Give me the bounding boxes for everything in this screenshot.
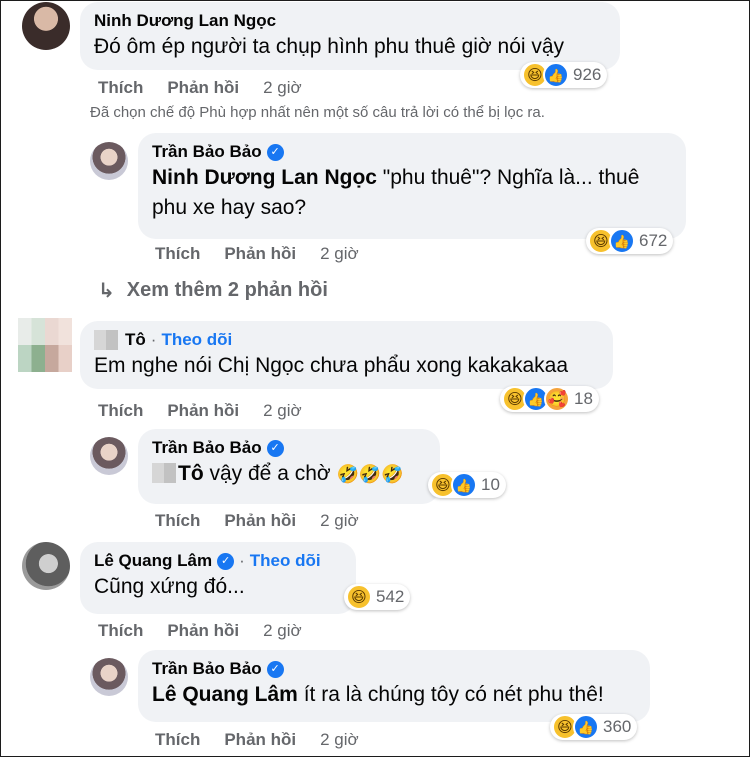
reply-arrow-icon: ↳ xyxy=(98,280,115,302)
reply-button[interactable]: Phản hồi xyxy=(167,78,239,98)
comment-text: Đó ôm ép người ta chụp hình phu thuê giờ… xyxy=(94,35,565,58)
comment-actions: Thích Phản hồi 2 giờ xyxy=(155,730,359,750)
view-more-replies-label: Xem thêm 2 phản hồi xyxy=(126,279,328,301)
like-button[interactable]: Thích xyxy=(98,621,143,641)
reaction-summary[interactable]: 😆 👍 360 xyxy=(550,714,638,740)
comment-body: vậy để a chờ xyxy=(203,462,331,485)
comment-bubble: Lê Quang Lâm ✓ · Theo dõi Cũng xứng đó..… xyxy=(80,542,356,614)
avatar[interactable] xyxy=(90,437,128,475)
timestamp[interactable]: 2 giờ xyxy=(263,621,302,641)
comment-bubble: Trần Bảo Bảo ✓ Tô vậy để a chờ 🤣🤣🤣 xyxy=(138,429,440,504)
timestamp[interactable]: 2 giờ xyxy=(320,511,359,531)
comment-text: Lê Quang Lâm ít ra là chúng tôy có nét p… xyxy=(152,680,636,710)
timestamp[interactable]: 2 giờ xyxy=(320,730,359,750)
like-button[interactable]: Thích xyxy=(98,401,143,421)
reply-button[interactable]: Phản hồi xyxy=(224,730,296,750)
verified-badge-icon: ✓ xyxy=(217,552,235,570)
reply-button[interactable]: Phản hồi xyxy=(224,244,296,264)
like-button[interactable]: Thích xyxy=(155,730,200,750)
mention-link[interactable]: Lê Quang Lâm xyxy=(152,683,298,706)
like-icon: 👍 xyxy=(609,228,635,254)
comment-text: Ninh Dương Lan Ngọc "phu thuê"? Nghĩa là… xyxy=(152,163,672,223)
comment-actions: Thích Phản hồi 2 giờ xyxy=(98,78,302,98)
reaction-count: 926 xyxy=(573,65,602,84)
comment-bubble: Trần Bảo Bảo ✓ Lê Quang Lâm ít ra là chú… xyxy=(138,650,650,722)
comment-text: Tô vậy để a chờ 🤣🤣🤣 xyxy=(152,459,426,489)
reaction-count: 10 xyxy=(481,475,500,494)
comment-author[interactable]: Tô xyxy=(125,329,146,351)
follow-button[interactable]: Theo dõi xyxy=(250,550,321,572)
reaction-summary[interactable]: 😆 👍 🥰 18 xyxy=(500,386,599,412)
timestamp[interactable]: 2 giờ xyxy=(263,401,302,421)
filter-notice: Đã chọn chế độ Phù hợp nhất nên một số c… xyxy=(90,104,545,121)
reply-button[interactable]: Phản hồi xyxy=(167,401,239,421)
mention-link[interactable]: Ninh Dương Lan Ngọc xyxy=(152,166,377,189)
reaction-count: 672 xyxy=(639,231,668,250)
comment-author[interactable]: Trần Bảo Bảo xyxy=(152,658,262,680)
separator-dot: · xyxy=(239,551,245,570)
like-button[interactable]: Thích xyxy=(98,78,143,98)
verified-badge-icon: ✓ xyxy=(266,439,284,457)
rofl-emoji: 🤣🤣🤣 xyxy=(336,464,404,484)
censored-name-block xyxy=(94,330,118,350)
comment-body: ít ra là chúng tôy có nét phu thê! xyxy=(297,683,604,706)
comment-actions: Thích Phản hồi 2 giờ xyxy=(98,621,302,641)
reaction-summary[interactable]: 😆 👍 10 xyxy=(428,472,506,498)
mention-link[interactable]: Tô xyxy=(178,462,204,485)
comment-author[interactable]: Ninh Dương Lan Ngọc xyxy=(94,10,276,32)
verified-badge-icon: ✓ xyxy=(266,143,284,161)
reaction-count: 18 xyxy=(574,389,593,408)
comment-author[interactable]: Trần Bảo Bảo xyxy=(152,141,262,163)
like-icon: 👍 xyxy=(573,714,599,740)
comment-actions: Thích Phản hồi 2 giờ xyxy=(155,511,359,531)
comment-actions: Thích Phản hồi 2 giờ xyxy=(155,244,359,264)
comment-bubble: Tô · Theo dõi Em nghe nói Chị Ngọc chưa … xyxy=(80,321,613,389)
view-more-replies-link[interactable]: ↳ Xem thêm 2 phản hồi xyxy=(98,278,328,303)
comment-text: Em nghe nói Chị Ngọc chưa phẩu xong kaka… xyxy=(94,354,569,377)
like-button[interactable]: Thích xyxy=(155,244,200,264)
censored-name-block xyxy=(152,463,176,483)
reply-button[interactable]: Phản hồi xyxy=(224,511,296,531)
avatar[interactable] xyxy=(90,142,128,180)
like-icon: 👍 xyxy=(543,62,569,88)
comment-text: Cũng xứng đó... xyxy=(94,575,245,598)
reaction-summary[interactable]: 😆 👍 672 xyxy=(586,228,674,254)
care-icon: 🥰 xyxy=(544,386,570,412)
comment-bubble: Trần Bảo Bảo ✓ Ninh Dương Lan Ngọc "phu … xyxy=(138,133,686,239)
separator-dot: · xyxy=(150,330,157,349)
reaction-count: 360 xyxy=(603,717,632,736)
timestamp[interactable]: 2 giờ xyxy=(320,244,359,264)
reaction-summary[interactable]: 😆 542 xyxy=(344,584,411,610)
avatar[interactable] xyxy=(90,658,128,696)
timestamp[interactable]: 2 giờ xyxy=(263,78,302,98)
like-button[interactable]: Thích xyxy=(155,511,200,531)
like-icon: 👍 xyxy=(451,472,477,498)
avatar[interactable] xyxy=(22,2,70,50)
comment-bubble: Ninh Dương Lan Ngọc Đó ôm ép người ta ch… xyxy=(80,2,620,70)
avatar[interactable] xyxy=(22,542,70,590)
comment-actions: Thích Phản hồi 2 giờ xyxy=(98,401,302,421)
reply-button[interactable]: Phản hồi xyxy=(167,621,239,641)
verified-badge-icon: ✓ xyxy=(266,660,284,678)
reaction-summary[interactable]: 😆 👍 926 xyxy=(520,62,608,88)
avatar[interactable] xyxy=(18,318,72,372)
comment-author[interactable]: Lê Quang Lâm xyxy=(94,550,212,572)
follow-button[interactable]: Theo dõi xyxy=(161,329,232,351)
reaction-count: 542 xyxy=(376,587,405,606)
haha-icon: 😆 xyxy=(346,584,372,610)
comment-author[interactable]: Trần Bảo Bảo xyxy=(152,437,262,459)
